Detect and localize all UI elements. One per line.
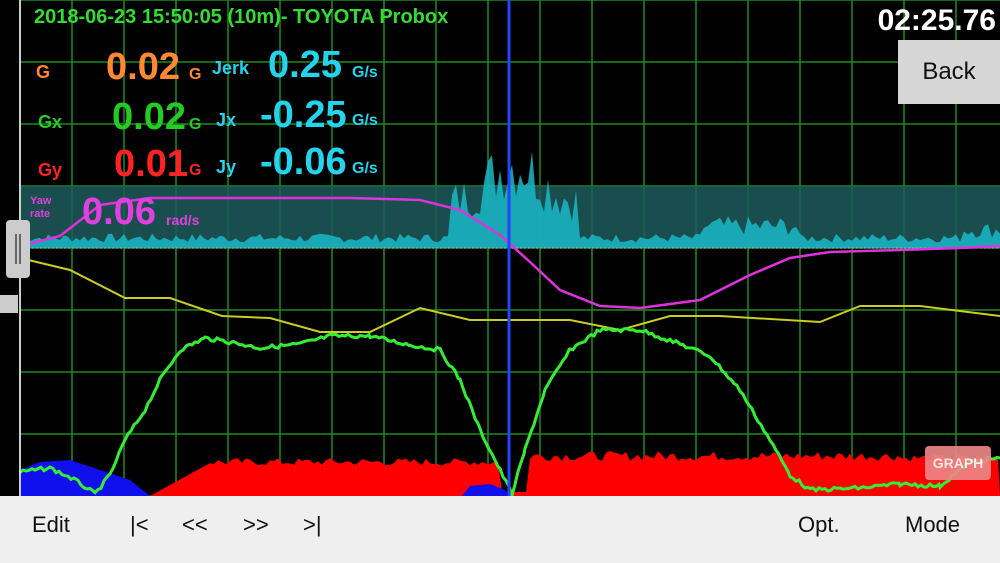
mode-button[interactable]: Mode [905, 512, 960, 538]
rewind-button[interactable]: << [182, 512, 208, 538]
jx-value: -0.25 [260, 94, 347, 136]
yaw-rate-label: Yaw rate [30, 195, 52, 220]
jx-label: Jx [216, 110, 237, 130]
gy-label: Gy [38, 160, 63, 180]
gy-area [150, 451, 1000, 496]
jx-unit: G/s [352, 112, 378, 129]
bottom-toolbar: Edit |< << >> >| Opt. Mode [0, 496, 1000, 563]
graph-badge[interactable]: GRAPH [925, 446, 991, 480]
jy-value: -0.06 [260, 141, 347, 183]
g-label: G [36, 62, 51, 82]
options-button[interactable]: Opt. [798, 512, 840, 538]
forward-button[interactable]: >> [243, 512, 269, 538]
back-button[interactable]: Back [898, 40, 1000, 104]
drag-handle[interactable] [6, 220, 30, 278]
edit-button[interactable]: Edit [32, 512, 70, 538]
jy-label: Jy [216, 157, 237, 177]
gx-unit: G [189, 116, 202, 133]
gx-label: Gx [38, 112, 63, 132]
gy-unit: G [189, 162, 202, 179]
jy-unit: G/s [352, 160, 378, 177]
g-value: 0.02 [106, 46, 180, 88]
jerk-unit: G/s [352, 64, 378, 81]
last-button[interactable]: >| [303, 512, 322, 538]
playback-timer: 02:25.76 [877, 4, 996, 37]
gy-value: 0.01 [114, 143, 188, 185]
negative-area-left [20, 460, 150, 496]
menu-handle-icon[interactable] [0, 295, 18, 313]
first-button[interactable]: |< [130, 512, 149, 538]
jerk-label: Jerk [212, 58, 250, 78]
g-unit: G [189, 66, 202, 83]
gx-value: 0.02 [112, 96, 186, 138]
yaw-unit: rad/s [166, 212, 200, 228]
recording-title: 2018-06-23 15:50:05 (10m)- TOYOTA Probox [34, 6, 449, 28]
yaw-value: 0.06 [82, 191, 156, 233]
jerk-value: 0.25 [268, 44, 342, 86]
